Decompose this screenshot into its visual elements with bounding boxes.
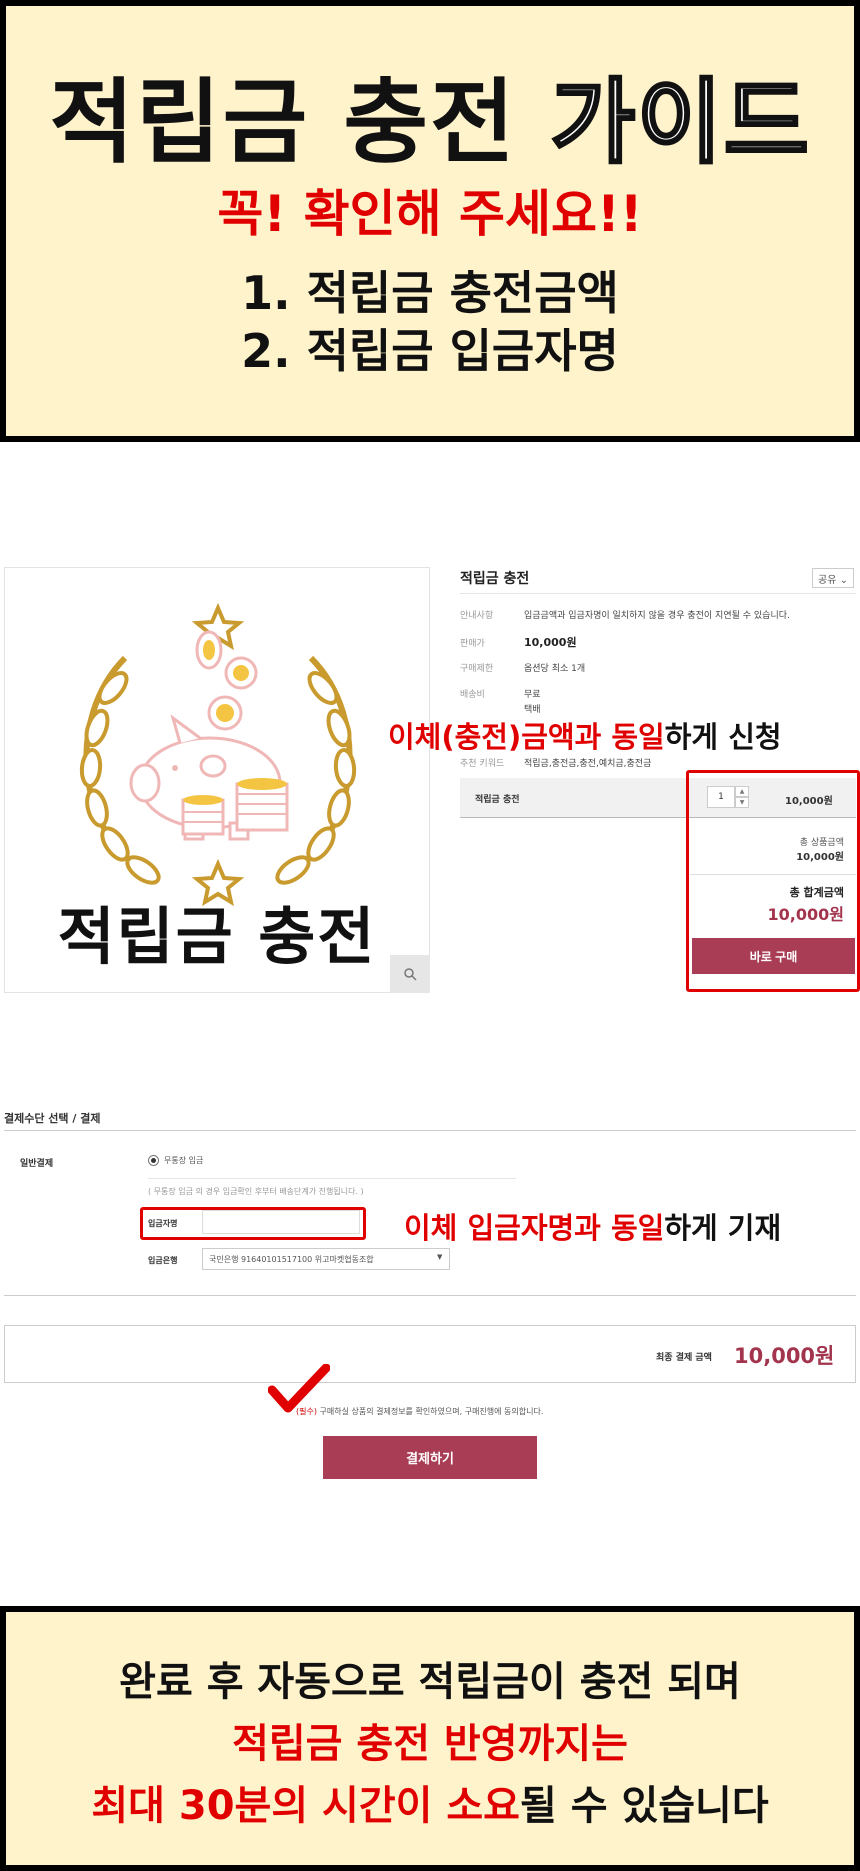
info-value-keyword: 적립금,충전금,충전,예치금,충전금 [524,759,652,769]
payment-note: ( 무통장 입금 의 경우 입금확인 후부터 배송단계가 진행됩니다. ) [148,1187,364,1196]
info-label-limit: 구매제한 [460,664,494,674]
chevron-down-icon: ▼ [437,1253,443,1261]
pay-button[interactable]: 결제하기 [323,1436,537,1479]
divider [460,593,856,594]
share-button[interactable]: 공유 ⌄ [812,568,854,588]
bottom-notice-banner: 완료 후 자동으로 적립금이 충전 되며 적립금 충전 반영까지는 최대 30분… [0,1606,860,1871]
notice-line-1: 완료 후 자동으로 적립금이 충전 되며 [119,1659,741,1705]
check-notice: 꼭! 확인해 주세요!! [217,185,643,243]
guide-step-1: 1. 적립금 충전금액 [241,266,619,320]
guide-step-2: 2. 적립금 입금자명 [241,324,619,378]
annotation-amount: 이체(충전)금액과 동일하게 신청 [388,714,782,756]
annotation-depositor-black: 하게 기재 [664,1211,782,1245]
bank-select[interactable]: 국민은행 91640101517100 위고마켓협동조합 [202,1248,450,1270]
final-amount-label: 최종 결제 금액 [656,1353,712,1363]
notice-line-3-red: 최대 30분의 시간이 소요 [91,1783,520,1829]
guide-title: 적립금 충전 가이드 [6,68,854,178]
info-label-price: 판매가 [460,639,485,649]
info-label-notice: 안내사항 [460,611,494,621]
info-value-shipping: 무료 [524,690,541,700]
highlight-box-amount [686,770,860,992]
product-image: 적립금 충전 [4,567,430,993]
guide-steps: 1. 적립금 충전금액 2. 적립금 입금자명 [6,264,854,380]
info-value-price: 10,000원 [524,636,577,649]
payment-header: 결제수단 선택 / 결제 [4,1112,101,1125]
guide-title-main: 적립금 충전 [49,69,517,176]
product-title: 적립금 충전 [460,571,530,587]
bank-transfer-radio[interactable] [148,1155,159,1166]
annotation-amount-black: 하게 신청 [664,720,782,754]
top-guide-banner: 적립금 충전 가이드 꼭! 확인해 주세요!! 1. 적립금 충전금액 2. 적… [0,0,860,442]
annotation-depositor: 이체 입금자명과 동일하게 기재 [404,1205,781,1247]
highlight-box-depositor [140,1207,366,1240]
bank-transfer-label[interactable]: 무통장 입금 [164,1155,203,1166]
zoom-button[interactable] [390,955,430,993]
divider [148,1178,516,1179]
final-amount-box [4,1325,856,1383]
notice-line-2: 적립금 충전 반영까지는 [232,1721,628,1767]
guide-title-outline: 가이드 [549,68,811,178]
magnifier-icon [404,968,417,981]
general-payment-label: 일반결제 [20,1159,54,1169]
info-label-shipping: 배송비 [460,690,485,700]
bank-label: 입금은행 [148,1256,178,1265]
info-value-notice: 입금금액과 입금자명이 일치하지 않을 경우 충전이 지연될 수 있습니다. [524,611,790,621]
divider [4,1130,856,1131]
divider [4,1295,856,1296]
annotation-amount-red: 이체(충전)금액과 동일 [388,720,665,754]
product-image-caption: 적립금 충전 [57,900,377,973]
notice-line-3-black: 될 수 있습니다 [520,1783,769,1829]
info-value-limit: 옵션당 최소 1개 [524,664,586,674]
agree-description: 구매하실 상품의 결제정보를 확인하였으며, 구매진행에 동의합니다. [316,1407,544,1416]
agree-required: (필수) [296,1407,317,1416]
notice-line-3: 최대 30분의 시간이 소요될 수 있습니다 [6,1780,854,1832]
option-name: 적립금 충전 [475,795,520,805]
final-amount-value: 10,000원 [734,1344,835,1368]
info-label-keyword: 추천 키워드 [460,759,505,769]
annotation-depositor-red: 이체 입금자명과 동일 [404,1211,665,1245]
agree-text[interactable]: (필수) 구매하실 상품의 결제정보를 확인하였으며, 구매진행에 동의합니다. [296,1406,543,1417]
